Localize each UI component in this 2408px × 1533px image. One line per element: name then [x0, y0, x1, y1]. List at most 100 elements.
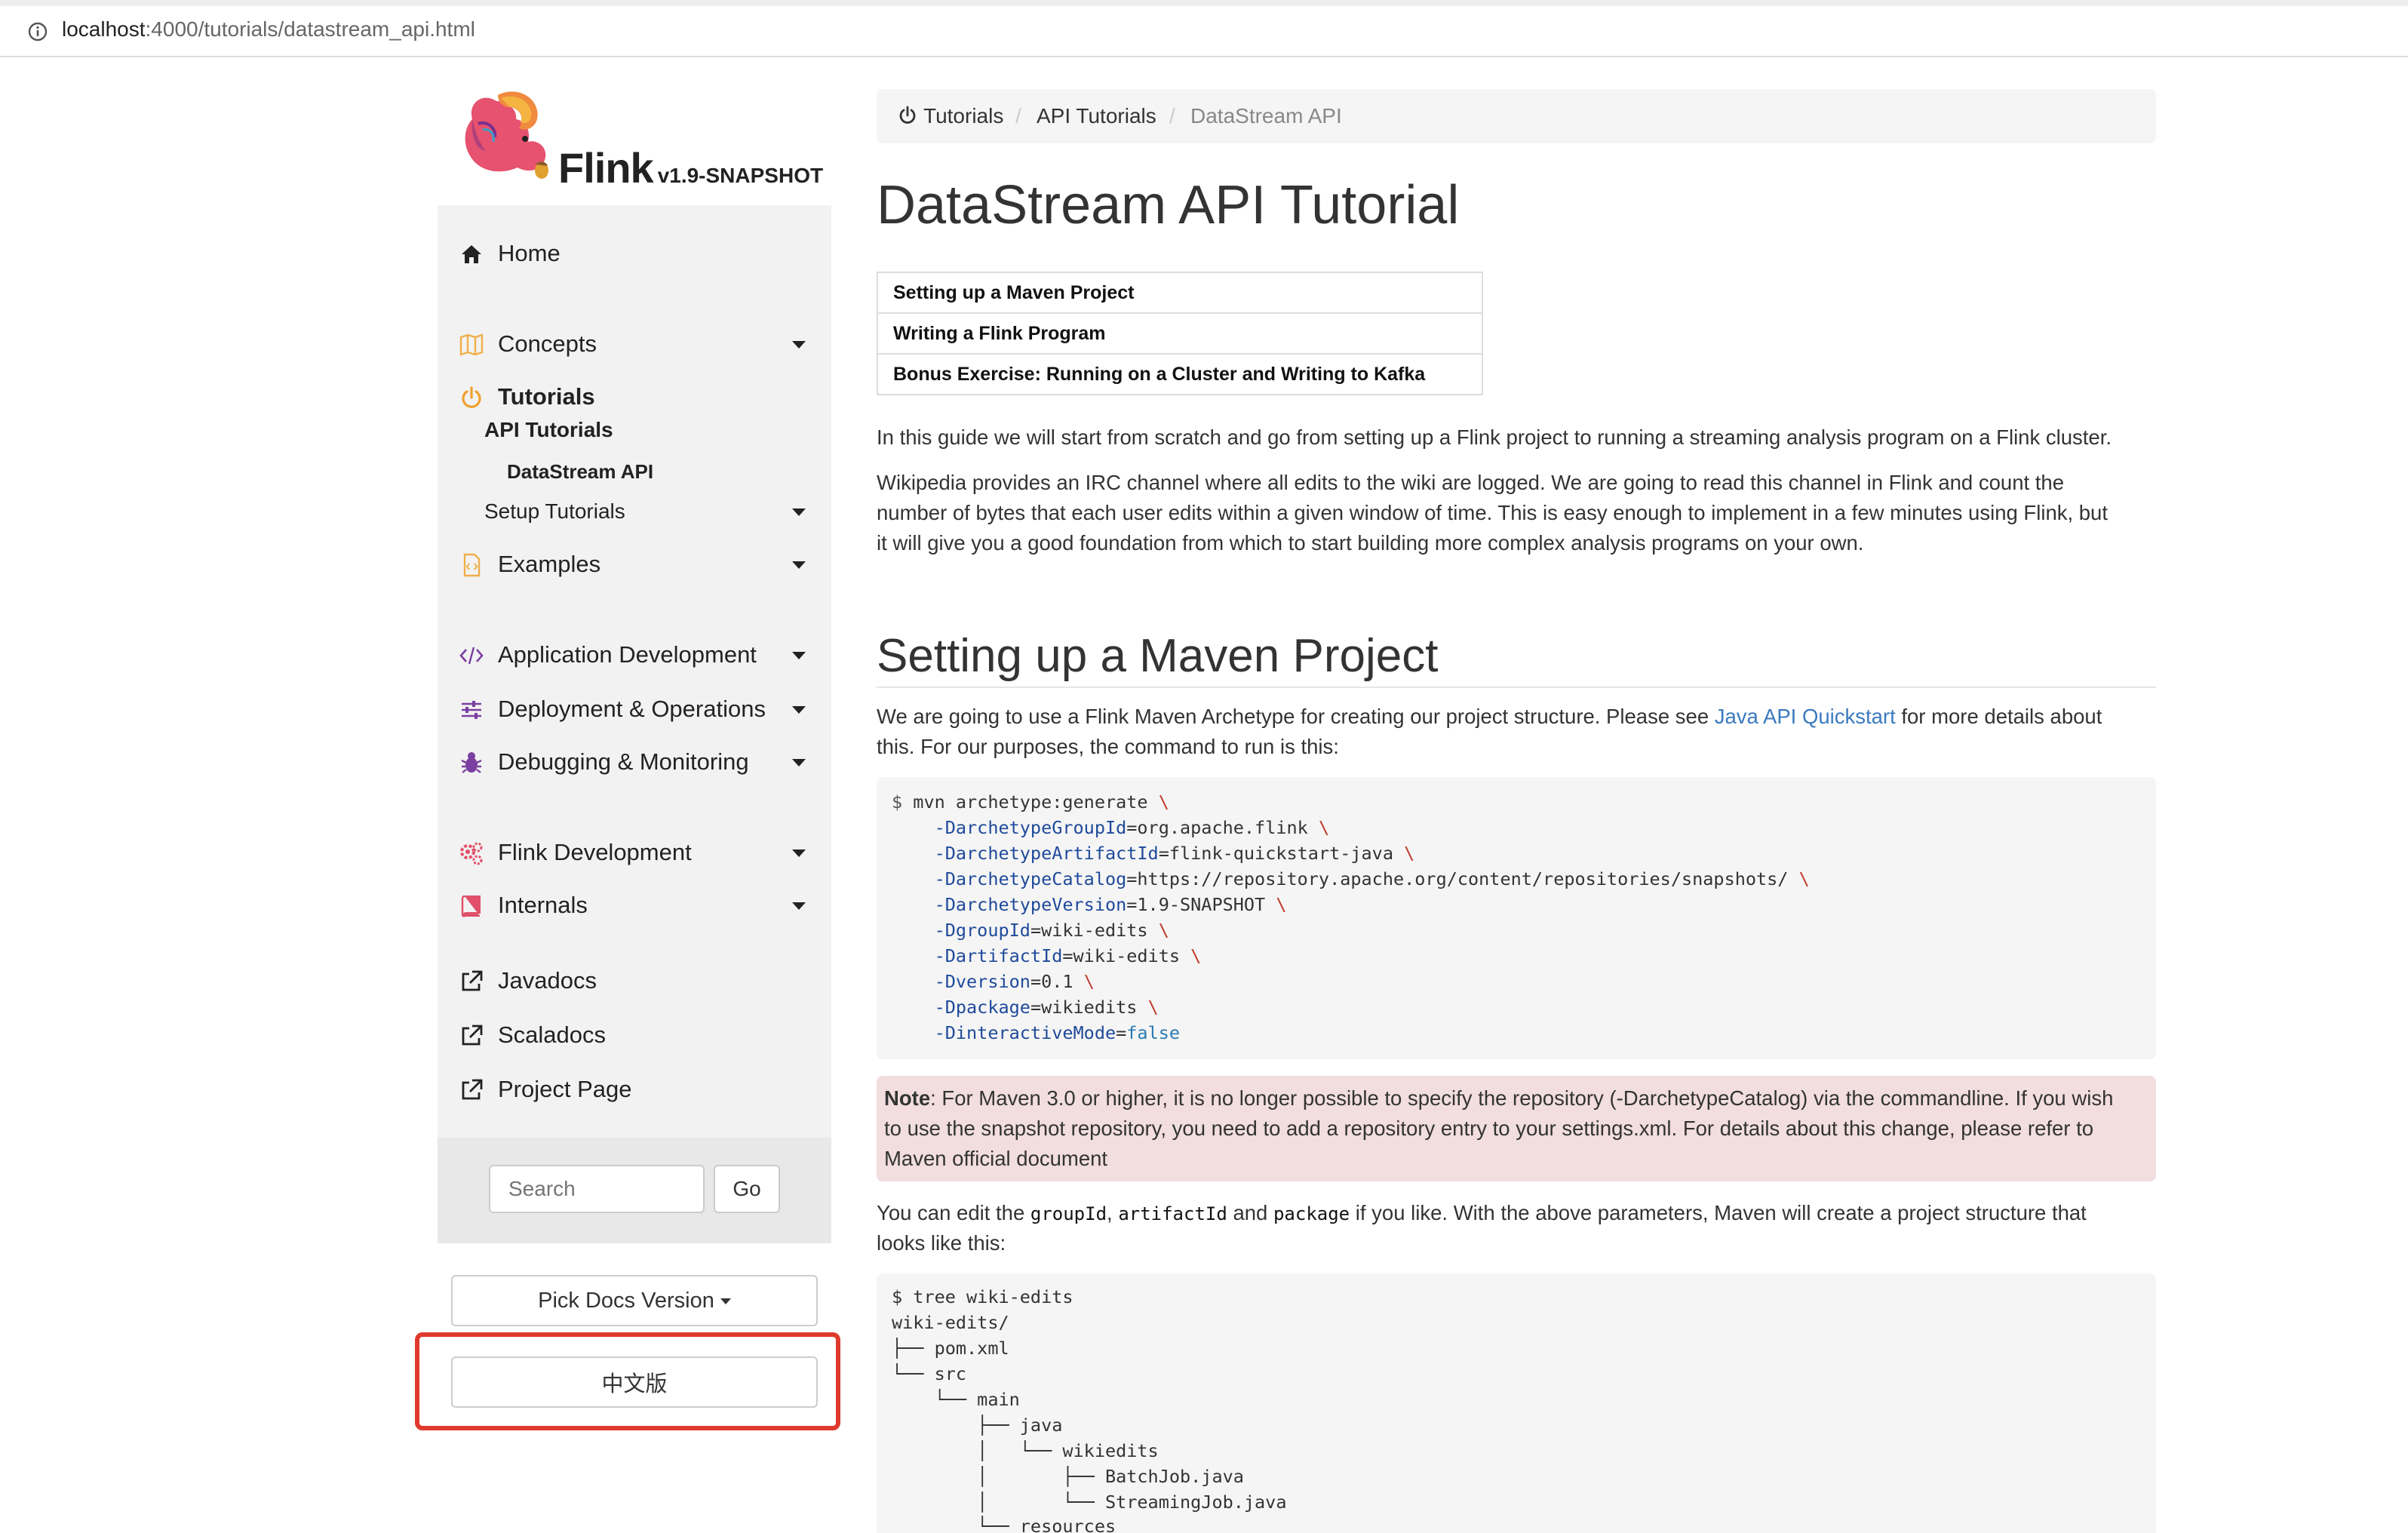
chevron-down-icon	[792, 508, 806, 516]
code-line: -DarchetypeGroupId=org.apache.flink \	[892, 815, 1330, 840]
note-line: Note: For Maven 3.0 or higher, it is no …	[884, 1083, 2113, 1114]
note-label: Note	[884, 1086, 931, 1110]
sidebar-item-project-page[interactable]: Project Page	[438, 1068, 831, 1111]
home-icon	[462, 245, 481, 263]
code-value: =org.apache.flink	[1126, 817, 1319, 838]
sidebar-item-label: Internals	[498, 892, 588, 918]
sidebar-item-internals[interactable]: Internals	[438, 884, 831, 926]
code-line: └── src	[892, 1363, 967, 1384]
code-line: │ └── wikiedits	[892, 1440, 1159, 1461]
sidebar-item-home[interactable]: Home	[438, 232, 831, 275]
sidebar-item-label: Project Page	[498, 1076, 632, 1102]
code-value: =1.9-SNAPSHOT	[1126, 894, 1276, 915]
search-input[interactable]	[489, 1165, 705, 1213]
tab-strip-edge	[0, 0, 2408, 6]
code-backslash: \	[1276, 894, 1287, 915]
caret-down-icon	[720, 1298, 731, 1304]
chevron-down-icon	[792, 561, 806, 569]
section-paragraph-line: We are going to use a Flink Maven Archet…	[877, 702, 2102, 732]
code-value: =wikiedits	[1030, 997, 1148, 1018]
code-backslash: \	[1158, 791, 1169, 813]
toc-item[interactable]: Setting up a Maven Project	[877, 272, 1483, 314]
code-icon	[459, 647, 484, 665]
external-link-icon	[462, 1025, 483, 1046]
sidebar-item-debugging-monitoring[interactable]: Debugging & Monitoring	[438, 741, 831, 783]
section-paragraph-line: You can edit the groupId, artifactId and…	[877, 1198, 2087, 1229]
code-text: mvn archetype:generate	[902, 791, 1159, 813]
book-icon	[461, 895, 481, 917]
maven-official-document-link[interactable]: Maven official document	[884, 1144, 1107, 1174]
code-line: -DinteractiveMode=false	[892, 1020, 1180, 1046]
java-api-quickstart-link[interactable]: Java API Quickstart	[1715, 705, 1896, 728]
toc-item[interactable]: Bonus Exercise: Running on a Cluster and…	[877, 353, 1483, 395]
sidebar-item-javadocs[interactable]: Javadocs	[438, 960, 831, 1002]
brand-version: v1.9-SNAPSHOT	[657, 164, 824, 187]
sidebar-item-label: Scaladocs	[498, 1021, 607, 1048]
text-span: ,	[1107, 1201, 1119, 1224]
chevron-down-icon	[792, 849, 806, 857]
section-heading: Setting up a Maven Project	[877, 628, 2156, 688]
code-line: -Dversion=0.1 \	[892, 969, 1095, 994]
toc-item[interactable]: Writing a Flink Program	[877, 312, 1483, 355]
breadcrumb-separator: /	[1169, 104, 1175, 127]
code-block-mvn-command: $ mvn archetype:generate \ -DarchetypeGr…	[877, 777, 2156, 1059]
text-span: for more details about	[1895, 705, 2102, 728]
breadcrumb-tutorials[interactable]: Tutorials	[923, 89, 1003, 143]
code-key: -DarchetypeArtifactId	[934, 843, 1159, 864]
sidebar-item-examples[interactable]: Examples	[438, 543, 831, 585]
sidebar-item-flink-development[interactable]: Flink Development	[438, 831, 831, 874]
sidebar-sub-setup-tutorials[interactable]: Setup Tutorials	[438, 490, 831, 533]
sidebar-item-application-development[interactable]: Application Development	[438, 634, 831, 676]
code-value: =wiki-edits	[1062, 945, 1191, 966]
brand-title[interactable]: Flink v1.9-SNAPSHOT	[558, 143, 823, 192]
sidebar-item-label: Deployment & Operations	[498, 696, 766, 722]
sidebar-item-label: Concepts	[498, 330, 597, 357]
sidebar-item-deployment-operations[interactable]: Deployment & Operations	[438, 688, 831, 730]
inline-code: groupId	[1030, 1203, 1107, 1224]
sliders-icon	[462, 701, 481, 719]
sidebar-sub-datastream-api[interactable]: DataStream API	[507, 460, 653, 484]
code-key: -DartifactId	[934, 945, 1063, 966]
pick-docs-version-label: Pick Docs Version	[538, 1288, 714, 1313]
code-line: -DgroupId=wiki-edits \	[892, 917, 1169, 943]
info-icon[interactable]	[27, 21, 48, 42]
code-backslash: \	[1147, 997, 1159, 1018]
code-backslash: \	[1190, 945, 1202, 966]
sidebar-item-label: Debugging & Monitoring	[498, 748, 749, 775]
code-line: │ └── StreamingJob.java	[892, 1492, 1287, 1513]
sidebar-sub-api-tutorials[interactable]: API Tutorials	[484, 418, 613, 442]
note-line: to use the snapshot repository, you need…	[884, 1117, 2094, 1140]
text-span: and	[1227, 1201, 1273, 1224]
code-backslash: \	[1083, 971, 1095, 992]
external-link-icon	[462, 970, 483, 991]
intro-paragraph-line: Wikipedia provides an IRC channel where …	[877, 471, 2064, 494]
code-backslash: \	[1158, 920, 1169, 941]
go-button[interactable]: Go	[714, 1165, 780, 1213]
code-key: -DinteractiveMode	[934, 1022, 1116, 1043]
section-paragraph-line: this. For our purposes, the command to r…	[877, 735, 1339, 758]
inline-code: artifactId	[1118, 1203, 1227, 1224]
url-text[interactable]: localhost:4000/tutorials/datastream_api.…	[62, 16, 475, 43]
sidebar-item-tutorials[interactable]: Tutorials	[438, 376, 831, 418]
intro-paragraph-line: it will give you a good foundation from …	[877, 531, 1864, 555]
code-backslash: \	[1798, 868, 1810, 889]
sidebar-item-concepts[interactable]: Concepts	[438, 323, 831, 365]
gears-icon	[460, 842, 483, 865]
power-icon	[462, 386, 481, 408]
code-key: -DarchetypeGroupId	[934, 817, 1127, 838]
file-code-icon	[463, 553, 481, 577]
code-key: -Dpackage	[934, 997, 1030, 1018]
chevron-down-icon	[792, 341, 806, 349]
code-line: ├── java	[892, 1415, 1063, 1436]
brand-name: Flink	[558, 144, 654, 192]
bug-icon	[461, 752, 482, 773]
address-bar[interactable]: localhost:4000/tutorials/datastream_api.…	[0, 0, 2408, 57]
flink-squirrel-logo[interactable]	[453, 84, 558, 190]
code-value: =flink-quickstart-java	[1158, 843, 1405, 864]
sidebar-item-label: Home	[498, 240, 561, 266]
text-span: We are going to use a Flink Maven Archet…	[877, 705, 1715, 728]
pick-docs-version-button[interactable]: Pick Docs Version	[451, 1275, 818, 1326]
code-value: =wiki-edits	[1030, 920, 1159, 941]
sidebar-item-scaladocs[interactable]: Scaladocs	[438, 1014, 831, 1056]
breadcrumb-api-tutorials[interactable]: API Tutorials	[1037, 89, 1156, 143]
